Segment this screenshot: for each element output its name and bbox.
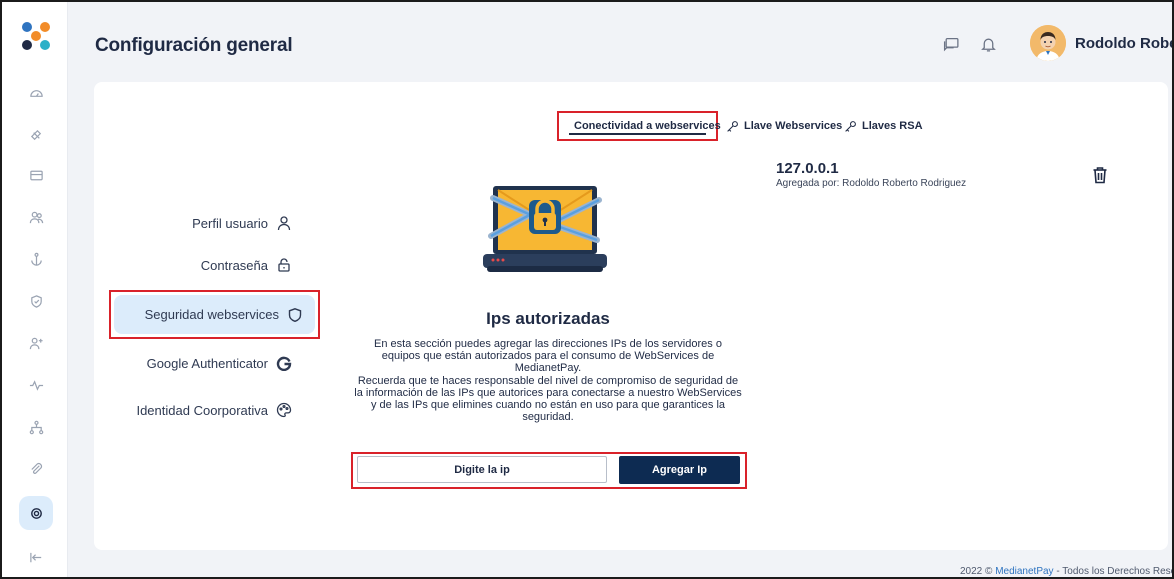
active-tab-indicator xyxy=(569,133,706,135)
ip-added-by: Agregada por: Rodoldo Roberto Rodriguez xyxy=(776,178,967,189)
menu-item-label: Contraseña xyxy=(200,257,268,273)
shield-icon[interactable] xyxy=(19,284,53,318)
chat-icon[interactable] xyxy=(941,34,961,54)
palette-icon xyxy=(276,402,292,418)
description-line: Recuerda que te haces responsable del ni… xyxy=(357,374,739,387)
network-icon[interactable] xyxy=(19,410,53,444)
footer-rights: - Todos los Derechos Reservados xyxy=(1056,566,1174,577)
menu-item-label: Identidad Coorporativa xyxy=(136,402,268,418)
footer-year: 2022 © xyxy=(960,566,993,577)
key-icon xyxy=(845,120,856,132)
dashboard-icon[interactable] xyxy=(19,76,53,110)
page-title: Configuración general xyxy=(95,35,293,56)
ip-address: 127.0.0.1 xyxy=(776,160,839,177)
bell-icon[interactable] xyxy=(978,34,998,54)
collapse-icon[interactable] xyxy=(19,540,53,574)
paperclip-icon[interactable] xyxy=(19,452,53,486)
credit-card-icon[interactable] xyxy=(19,158,53,192)
top-header: Configuración general Rodoldo Roberto xyxy=(68,2,1174,86)
tab-label: Llave Webservices xyxy=(744,120,843,132)
add-user-icon[interactable] xyxy=(19,326,53,360)
description-line: seguridad. xyxy=(522,411,574,424)
google-icon xyxy=(276,356,292,371)
settings-icon[interactable] xyxy=(19,496,53,530)
active-menu-pill: Seguridad webservices xyxy=(114,295,315,334)
user-icon xyxy=(277,216,291,231)
description-line: MedianetPay. xyxy=(514,362,582,375)
description-line: equipos que están autorizados para el co… xyxy=(381,350,715,363)
anchor-icon[interactable] xyxy=(19,242,53,276)
menu-item-password[interactable]: Contraseña xyxy=(120,245,292,285)
tab-label: Conectividad a webservices xyxy=(574,120,721,132)
menu-item-label: Seguridad webservices xyxy=(144,307,279,322)
description-line: y de las IPs que elimines cuando no está… xyxy=(370,399,726,412)
user-name[interactable]: Rodoldo Roberto xyxy=(1075,35,1174,52)
menu-item-profile[interactable]: Perfil usuario xyxy=(120,203,292,243)
link-icon[interactable] xyxy=(19,118,53,152)
tab-label: Llaves RSA xyxy=(862,120,923,132)
menu-item-google-authenticator[interactable]: Google Authenticator xyxy=(120,343,292,383)
sidebar xyxy=(2,2,68,577)
menu-item-webservices-security[interactable]: Seguridad webservices xyxy=(109,290,320,339)
avatar[interactable] xyxy=(1030,25,1066,61)
tab-webservices-connectivity[interactable]: Conectividad a webservices xyxy=(557,111,721,141)
shield-icon xyxy=(288,307,302,322)
tab-webservices-key[interactable]: Llave Webservices xyxy=(726,111,842,141)
section-title: Ips autorizadas xyxy=(486,309,610,328)
footer-brand-link[interactable]: MedianetPay xyxy=(995,566,1053,577)
menu-item-label: Google Authenticator xyxy=(146,355,268,371)
lock-icon xyxy=(278,258,290,272)
footer-copyright: 2022 © MedianetPay - Todos los Derechos … xyxy=(960,566,1174,577)
laptop-lock-illustration xyxy=(483,178,607,276)
users-icon[interactable] xyxy=(19,200,53,234)
activity-icon[interactable] xyxy=(19,368,53,402)
tab-rsa-keys[interactable]: Llaves RSA xyxy=(844,111,923,141)
description-line: la información de las IPs que autorices … xyxy=(354,386,742,399)
menu-item-label: Perfil usuario xyxy=(192,215,268,231)
description-line: En esta sección puedes agregar las direc… xyxy=(374,338,722,350)
trash-icon[interactable] xyxy=(1092,166,1108,184)
ip-input[interactable] xyxy=(357,456,607,483)
menu-item-corporate-identity[interactable]: Identidad Coorporativa xyxy=(120,390,292,430)
key-icon xyxy=(727,120,738,132)
add-ip-button[interactable]: Agregar Ip xyxy=(619,456,740,484)
section-description: En esta sección puedes agregar las direc… xyxy=(350,338,746,423)
app-logo[interactable] xyxy=(22,22,52,52)
